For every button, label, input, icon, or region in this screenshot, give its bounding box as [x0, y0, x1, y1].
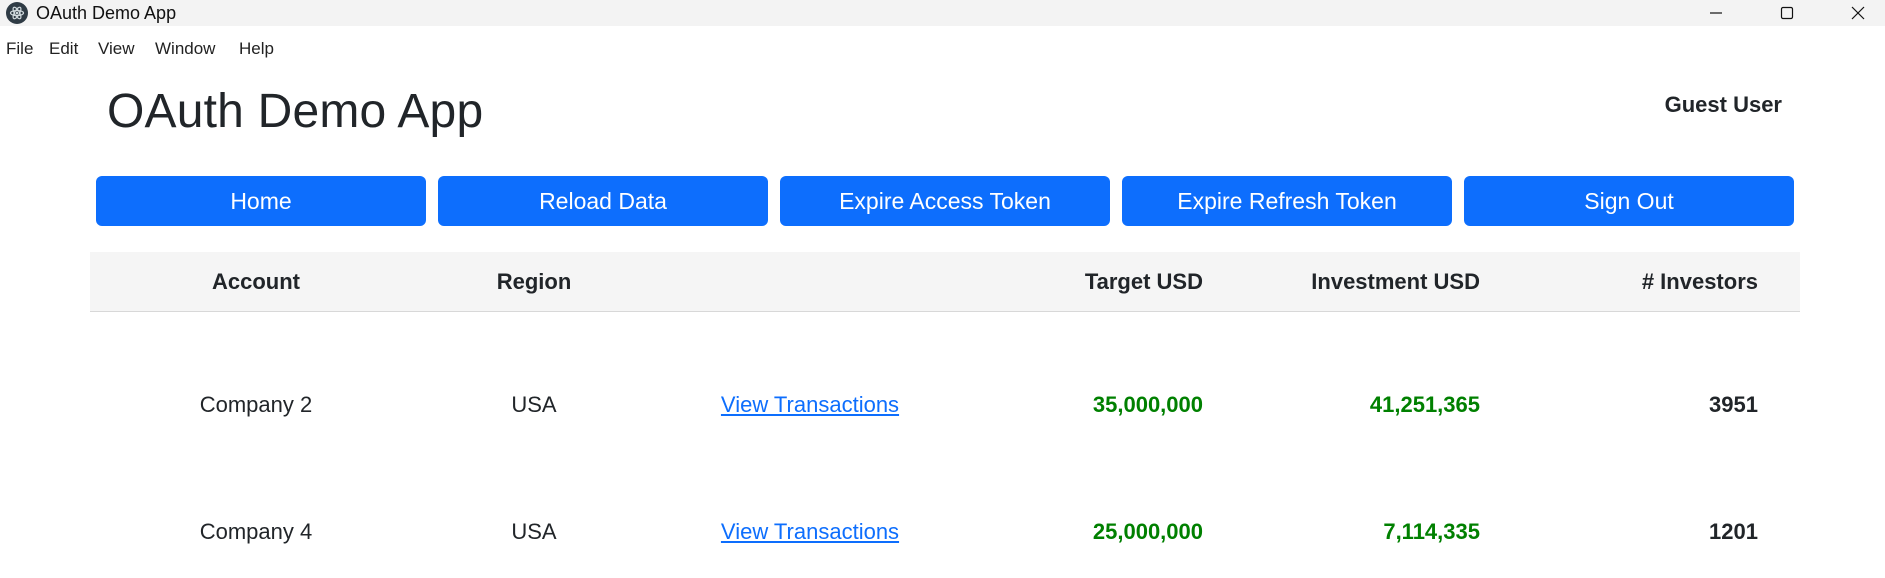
cell-investors: 3951	[1709, 392, 1758, 417]
page-title: OAuth Demo App	[107, 85, 484, 138]
menu-view[interactable]: View	[98, 36, 135, 62]
view-transactions-link[interactable]: View Transactions	[690, 502, 930, 562]
column-header-investors: # Investors	[1641, 269, 1758, 294]
column-header-target-usd: Target USD	[1084, 269, 1203, 294]
expire-access-token-button[interactable]: Expire Access Token	[780, 176, 1110, 226]
table-row: Company 2 USA View Transactions 35,000,0…	[90, 375, 1800, 435]
cell-region: USA	[511, 519, 557, 544]
view-transactions-link[interactable]: View Transactions	[690, 375, 930, 435]
close-button[interactable]	[1823, 0, 1885, 26]
reload-data-button[interactable]: Reload Data	[438, 176, 768, 226]
table-header: Account Region Target USD Investment USD…	[90, 252, 1800, 312]
column-header-region: Region	[496, 269, 572, 294]
cell-investors: 1201	[1709, 519, 1758, 544]
minimize-button[interactable]	[1681, 0, 1751, 26]
cell-target-usd: 35,000,000	[1092, 392, 1203, 417]
cell-region: USA	[511, 392, 557, 417]
maximize-button[interactable]	[1752, 0, 1822, 26]
menu-edit[interactable]: Edit	[49, 36, 78, 62]
menu-bar: File Edit View Window Help	[0, 36, 1885, 62]
menu-help[interactable]: Help	[239, 36, 274, 62]
user-name: Guest User	[1664, 92, 1782, 117]
window-titlebar: OAuth Demo App	[0, 0, 1885, 26]
home-button[interactable]: Home	[96, 176, 426, 226]
sign-out-button[interactable]: Sign Out	[1464, 176, 1794, 226]
menu-window[interactable]: Window	[155, 36, 215, 62]
window-title: OAuth Demo App	[36, 3, 177, 23]
app-icon	[6, 2, 28, 24]
column-header-account: Account	[212, 269, 300, 294]
cell-account: Company 2	[199, 392, 313, 417]
cell-investment-usd: 7,114,335	[1383, 519, 1480, 544]
expire-refresh-token-button[interactable]: Expire Refresh Token	[1122, 176, 1452, 226]
column-header-investment-usd: Investment USD	[1311, 269, 1480, 294]
maximize-icon	[1780, 6, 1794, 20]
cell-account: Company 4	[199, 519, 313, 544]
menu-file[interactable]: File	[6, 36, 33, 62]
close-icon	[1851, 6, 1865, 20]
cell-target-usd: 25,000,000	[1092, 519, 1203, 544]
minimize-icon	[1710, 12, 1722, 14]
cell-investment-usd: 41,251,365	[1369, 392, 1480, 417]
table-row: Company 4 USA View Transactions 25,000,0…	[90, 502, 1800, 562]
column-header-link	[690, 252, 930, 312]
